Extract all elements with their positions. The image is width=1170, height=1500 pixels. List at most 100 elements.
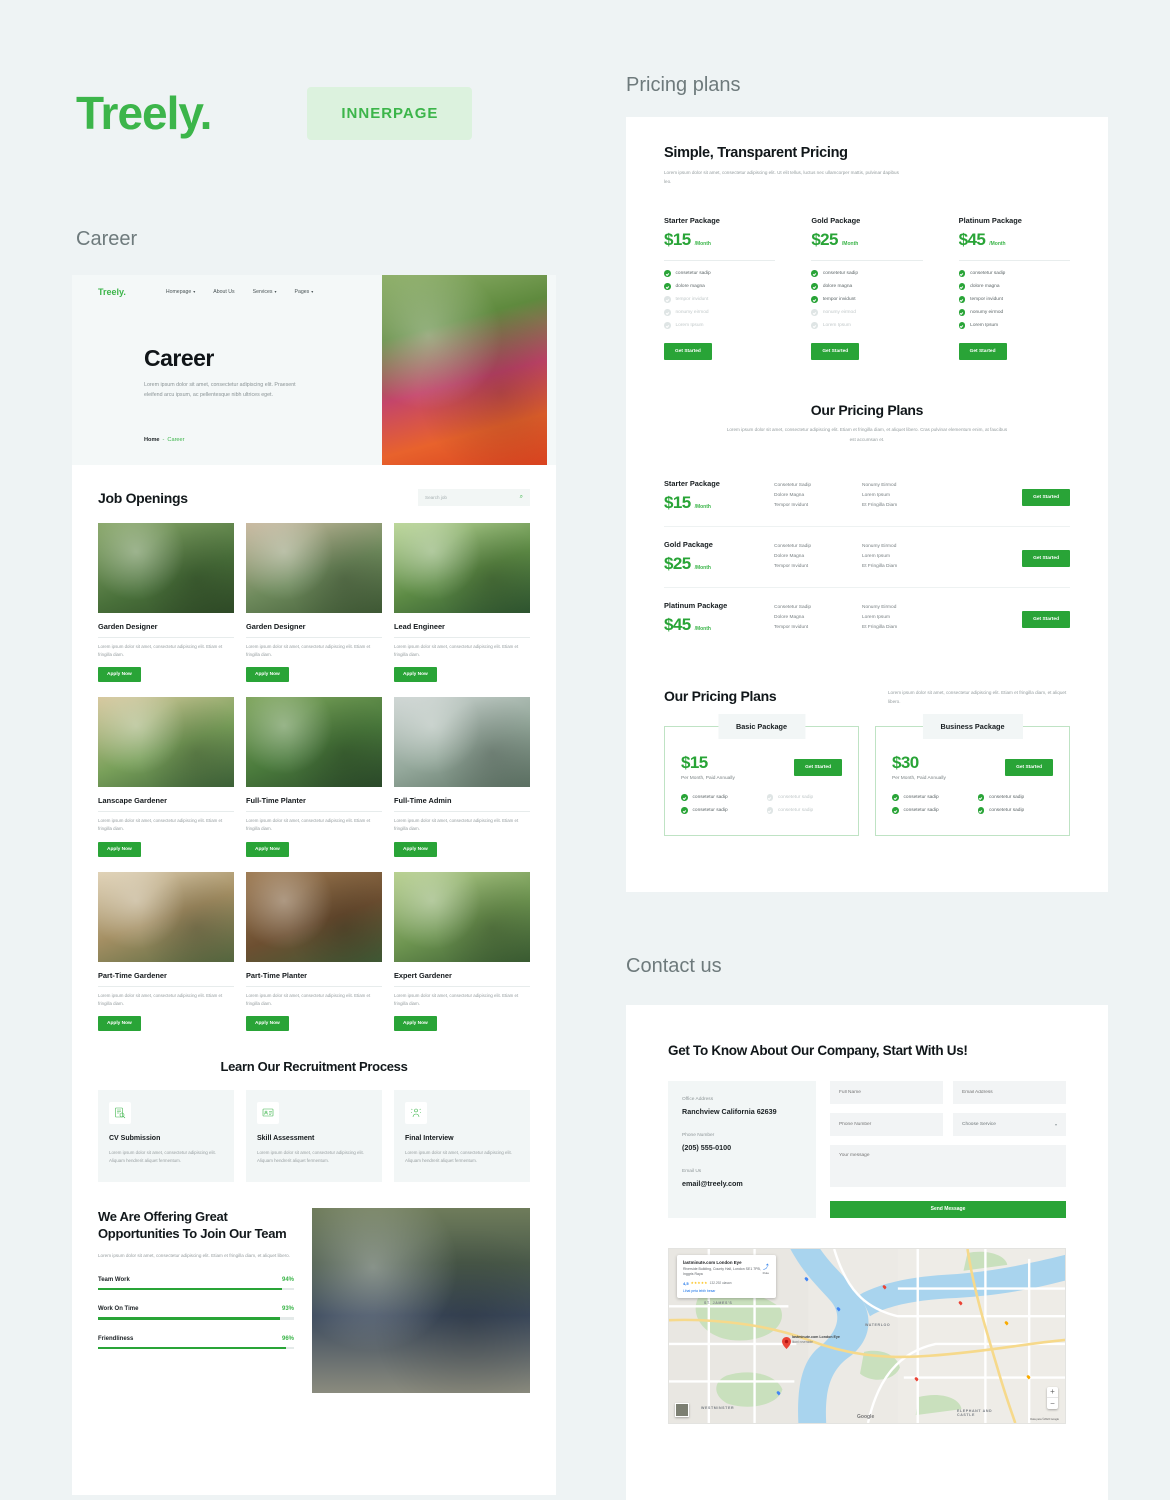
divider	[98, 985, 234, 987]
apply-now-button[interactable]: Apply Now	[98, 841, 141, 857]
skill-name: Work On Time	[98, 1306, 139, 1313]
check-icon	[892, 807, 899, 814]
plan-feature-col: Nonumy Eirmod Lorem Ipsum Et Fringilla Dia…	[862, 605, 898, 630]
apply-now-button[interactable]: Apply Now	[98, 1015, 141, 1031]
job-search-box[interactable]: Search job ⌕	[418, 489, 530, 506]
map-rating-row: 4,5 ★★★★★ 132.292 ulasan	[683, 1281, 770, 1286]
check-icon	[766, 807, 773, 814]
job-thumbnail	[394, 871, 530, 962]
pricing-block1-title: Simple, Transparent Pricing	[664, 145, 848, 161]
job-title: Lanscape Gardener	[98, 796, 168, 806]
check-icon	[811, 283, 818, 290]
pricing-main: Simple, Transparent Pricing Lorem ipsum …	[626, 117, 1108, 837]
job-thumbnail	[246, 523, 382, 613]
job-description: Lorem ipsum dolor sit amet, consectetur …	[246, 818, 371, 832]
pricing-block2-desc: Lorem ipsum dolor sit amet, consectetur …	[726, 427, 1008, 442]
pricing-block3-title: Our Pricing Plans	[664, 687, 777, 704]
apply-now-button[interactable]: Apply Now	[246, 841, 289, 857]
get-started-button[interactable]: Get Started	[958, 343, 1007, 361]
skill-fill	[98, 1287, 283, 1291]
check-icon	[681, 807, 688, 814]
contact-form-row-2: Choose Service ▾	[830, 1112, 1066, 1136]
search-icon[interactable]: ⌕	[520, 494, 523, 501]
send-message-button[interactable]: Send Message	[830, 1200, 1066, 1218]
process-step-card: Final Interview Lorem ipsum dolor sit ame…	[394, 1089, 530, 1182]
job-thumbnail	[394, 523, 530, 613]
phone-input[interactable]	[830, 1112, 943, 1136]
offering-section: We Are Offering Great Opportunities To J…	[98, 1207, 530, 1423]
map-satellite-toggle[interactable]	[675, 1402, 689, 1417]
pricing-feature: consetetur sadip	[958, 270, 1070, 277]
package-name: Platinum Package	[958, 216, 1022, 226]
get-started-button[interactable]: Get Started	[664, 343, 712, 361]
divider	[98, 637, 234, 638]
skill-bars: Team Work 94% Work On Time 93% Friendliness 9…	[98, 1277, 294, 1350]
full-name-input[interactable]	[830, 1080, 943, 1104]
map-pin-label: lastminute.com London Eye Ikoni roveraid…	[792, 1334, 840, 1344]
job-card: Garden Designer Lorem ipsum dolor sit ame…	[98, 523, 234, 683]
job-card: Full-Time Planter Lorem ipsum dolor sit a…	[246, 697, 382, 857]
tier-feature: consetetur sadip	[681, 794, 757, 801]
email-input[interactable]	[953, 1080, 1066, 1104]
get-started-button[interactable]: Get Started	[1022, 611, 1070, 629]
pricing-card: Starter Package $15/Month consetetur sadip…	[664, 216, 776, 361]
map-zoom-controls[interactable]: + −	[1047, 1386, 1058, 1409]
service-select[interactable]: Choose Service ▾	[953, 1112, 1066, 1136]
message-textarea[interactable]	[830, 1144, 1066, 1187]
check-icon	[811, 270, 818, 277]
apply-now-button[interactable]: Apply Now	[246, 1015, 289, 1031]
brand-name: Treely	[76, 87, 201, 139]
get-started-button[interactable]: Get Started	[794, 758, 842, 776]
apply-now-button[interactable]: Apply Now	[394, 1015, 437, 1031]
location-map[interactable]: ST. JAMES'S WATERLOO WESTMINSTER ELEPHAN…	[668, 1247, 1066, 1424]
plan-period: /Month	[694, 625, 711, 632]
map-expand-link[interactable]: Lihat peta lebih besar	[683, 1289, 770, 1293]
get-started-button[interactable]: Get Started	[1005, 758, 1053, 776]
job-card: Lead Engineer Lorem ipsum dolor sit amet,…	[394, 523, 530, 683]
pricing-tier-cards: Basic Package $15 Per Month, Paid Annually…	[664, 714, 1070, 837]
plan-feature-col: Consetetur Sadip Dolore Magna Tempor Invid…	[774, 544, 812, 569]
breadcrumb-home[interactable]: Home	[144, 437, 160, 443]
map-directions-button[interactable]: ⤴ Rute	[763, 1262, 769, 1275]
get-started-button[interactable]: Get Started	[1022, 489, 1070, 507]
service-select-value: Choose Service	[962, 1121, 996, 1127]
job-card: Full-Time Admin Lorem ipsum dolor sit ame…	[394, 697, 530, 857]
get-started-button[interactable]: Get Started	[1022, 550, 1070, 568]
job-description: Lorem ipsum dolor sit amet, consectetur …	[98, 644, 223, 658]
apply-now-button[interactable]: Apply Now	[246, 667, 289, 683]
tier-feature: consetetur sadip	[892, 794, 968, 801]
job-list: Garden Designer Lorem ipsum dolor sit ame…	[98, 523, 530, 1031]
career-main: Job Openings Search job ⌕ Garden Designe…	[72, 465, 556, 1423]
zoom-out-button[interactable]: −	[1047, 1398, 1058, 1409]
map-district-3: ELEPHANT AND CASTLE	[957, 1408, 993, 1418]
tier-period: Per Month, Paid Annually	[681, 776, 735, 782]
get-started-button[interactable]: Get Started	[811, 343, 860, 361]
contact-info-panel: Office Address Ranchview California 62639…	[668, 1080, 816, 1218]
contact-main: Get To Know About Our Company, Start Wit…	[626, 1005, 1108, 1218]
job-card: Lanscape Gardener Lorem ipsum dolor sit a…	[98, 697, 234, 857]
nav-item-about-us[interactable]: About Us	[213, 289, 234, 295]
pricing-package-cards: Starter Package $15/Month consetetur sadip…	[664, 216, 1070, 361]
contact-body: Office Address Ranchview California 62639…	[668, 1080, 1066, 1218]
tier-price: $15	[681, 753, 708, 773]
check-icon	[977, 794, 984, 801]
job-title: Part-Time Planter	[246, 970, 308, 980]
skill-track	[98, 1287, 294, 1291]
zoom-in-button[interactable]: +	[1047, 1387, 1058, 1398]
pricing-block3-desc: Lorem ipsum dolor sit amet, consectetur …	[888, 689, 1067, 704]
divider	[958, 260, 1070, 262]
nav-item-services[interactable]: Services ▾	[253, 289, 277, 295]
nav-item-homepage[interactable]: Homepage ▾	[166, 289, 195, 295]
apply-now-button[interactable]: Apply Now	[394, 841, 437, 857]
map-attribution: Data peta ©2022 Google	[1030, 1417, 1059, 1421]
career-page-title: Career	[144, 345, 214, 371]
pricing-block2-title: Our Pricing Plans	[810, 402, 924, 419]
career-navbar: Treely. Homepage ▾ About Us Services ▾ Pag…	[72, 275, 382, 297]
tier-feature: consetetur sadip	[977, 794, 1054, 801]
map-place-card[interactable]: lastminute.com London Eye Riverside Buil…	[677, 1254, 776, 1298]
apply-now-button[interactable]: Apply Now	[98, 667, 141, 683]
check-icon	[958, 270, 966, 277]
apply-now-button[interactable]: Apply Now	[394, 667, 437, 683]
job-card: Part-Time Gardener Lorem ipsum dolor sit …	[98, 871, 234, 1031]
nav-item-pages[interactable]: Pages ▾	[295, 289, 314, 295]
